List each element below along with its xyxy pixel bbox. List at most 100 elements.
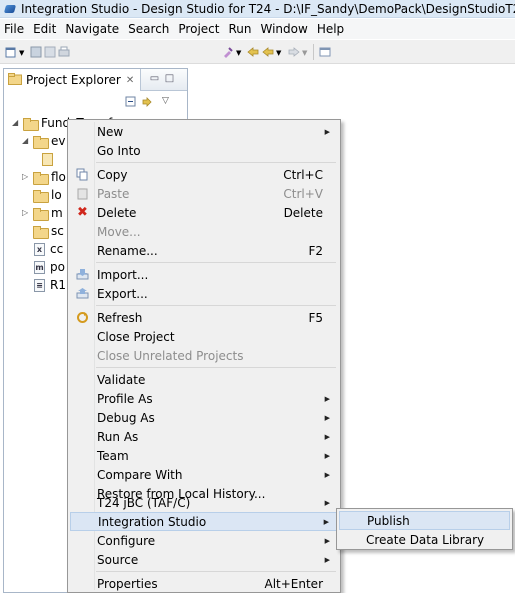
back-history-icon[interactable] bbox=[247, 46, 259, 58]
m-file-icon: m bbox=[34, 260, 45, 274]
menu-navigate[interactable]: Navigate bbox=[65, 22, 119, 36]
menu-item-source[interactable]: Source ▶ bbox=[70, 550, 338, 569]
menu-item-publish[interactable]: Publish bbox=[339, 511, 510, 530]
back-icon[interactable] bbox=[262, 46, 274, 58]
tree-item-file[interactable]: ≡ R1 bbox=[34, 276, 66, 294]
forward-icon[interactable] bbox=[288, 46, 300, 58]
menu-help[interactable]: Help bbox=[317, 22, 344, 36]
menu-search[interactable]: Search bbox=[128, 22, 169, 36]
tree-item-label: lo bbox=[51, 188, 62, 202]
minimize-icon[interactable]: ▭ bbox=[149, 73, 160, 84]
collapsed-arrow-icon[interactable]: ▷ bbox=[22, 173, 30, 181]
folder-icon bbox=[23, 117, 39, 131]
menu-edit[interactable]: Edit bbox=[33, 22, 56, 36]
menu-item-new[interactable]: New ▶ bbox=[70, 122, 338, 141]
maximize-icon[interactable]: □ bbox=[164, 73, 175, 84]
tree-item-label: cc bbox=[50, 242, 64, 256]
open-perspective-icon[interactable] bbox=[319, 46, 331, 58]
paste-icon bbox=[76, 187, 89, 200]
link-with-editor-icon[interactable] bbox=[141, 96, 153, 111]
menu-item-export[interactable]: Export... bbox=[70, 284, 338, 303]
menu-item-label: New bbox=[97, 124, 124, 139]
menu-run[interactable]: Run bbox=[228, 22, 251, 36]
file-icon: ≡ bbox=[34, 278, 45, 292]
tab-project-explorer[interactable]: Project Explorer ✕ bbox=[4, 69, 142, 91]
toolbar-divider bbox=[313, 44, 314, 60]
tree-item-file[interactable]: x cc bbox=[34, 240, 63, 258]
menu-file[interactable]: File bbox=[4, 22, 24, 36]
tree-item-file[interactable] bbox=[42, 150, 58, 168]
submenu-arrow-icon: ▶ bbox=[324, 127, 330, 136]
submenu-arrow-icon: ▶ bbox=[324, 470, 330, 479]
menu-item-create-data-library[interactable]: Create Data Library bbox=[339, 530, 510, 549]
new-icon[interactable] bbox=[5, 46, 17, 58]
save-icon[interactable] bbox=[30, 46, 42, 58]
menu-item-label: Delete bbox=[97, 205, 137, 220]
menu-item-label: Export... bbox=[97, 286, 148, 301]
menu-item-label: Run As bbox=[97, 429, 139, 444]
menu-item-integration-studio[interactable]: Integration Studio ▶ bbox=[70, 512, 338, 531]
menu-item-close-project[interactable]: Close Project bbox=[70, 327, 338, 346]
menu-item-compare-with[interactable]: Compare With ▶ bbox=[70, 465, 338, 484]
main-toolbar: ▼ ▼ ▼ ▼ bbox=[0, 40, 515, 64]
menu-item-run-as[interactable]: Run As ▶ bbox=[70, 427, 338, 446]
tree-item-label: R1 bbox=[50, 278, 66, 292]
menu-item-label: Rename... bbox=[97, 243, 158, 258]
menu-item-label: Refresh bbox=[97, 310, 143, 325]
menu-item-label: Team bbox=[97, 448, 129, 463]
tree-item-folder[interactable]: sc bbox=[33, 222, 64, 240]
menu-item-delete[interactable]: ✖ Delete Delete bbox=[70, 203, 338, 222]
tree-item-label: ev bbox=[51, 134, 66, 148]
tree-item-folder[interactable]: ▷ flo bbox=[22, 168, 66, 186]
menu-item-label: Create Data Library bbox=[366, 532, 485, 547]
menu-item-refresh[interactable]: Refresh F5 bbox=[70, 308, 338, 327]
menu-window[interactable]: Window bbox=[260, 22, 307, 36]
chevron-down-icon[interactable]: ▼ bbox=[276, 49, 288, 61]
menu-item-label: Source bbox=[97, 552, 139, 567]
view-menu-icon[interactable]: ▽ bbox=[162, 96, 169, 106]
expand-arrow-icon[interactable]: ◢ bbox=[22, 137, 30, 145]
tree-item-folder[interactable]: ▷ m bbox=[22, 204, 63, 222]
collapsed-arrow-icon[interactable]: ▷ bbox=[22, 209, 30, 217]
project-explorer-icon bbox=[8, 72, 22, 88]
submenu-arrow-icon: ▶ bbox=[324, 536, 330, 545]
export-icon bbox=[76, 287, 89, 300]
menu-item-paste[interactable]: Paste Ctrl+V bbox=[70, 184, 338, 203]
menu-item-copy[interactable]: Copy Ctrl+C bbox=[70, 165, 338, 184]
menu-item-go-into[interactable]: Go Into bbox=[70, 141, 338, 160]
submenu-arrow-icon: ▶ bbox=[324, 451, 330, 460]
menu-project[interactable]: Project bbox=[178, 22, 219, 36]
menu-item-team[interactable]: Team ▶ bbox=[70, 446, 338, 465]
x-file-icon: x bbox=[34, 242, 45, 256]
menu-item-label: T24 jBC (TAF/C) bbox=[97, 495, 191, 510]
delete-icon: ✖ bbox=[77, 205, 88, 220]
menu-separator bbox=[96, 367, 336, 368]
tree-item-folder[interactable]: lo bbox=[33, 186, 62, 204]
menu-item-rename[interactable]: Rename... F2 bbox=[70, 241, 338, 260]
menu-item-profile-as[interactable]: Profile As ▶ bbox=[70, 389, 338, 408]
menu-item-debug-as[interactable]: Debug As ▶ bbox=[70, 408, 338, 427]
menu-item-move[interactable]: Move... bbox=[70, 222, 338, 241]
menu-item-properties[interactable]: Properties Alt+Enter bbox=[70, 574, 338, 593]
menu-item-t24-jbc[interactable]: T24 jBC (TAF/C) ▶ bbox=[70, 493, 338, 512]
pin-icon[interactable] bbox=[222, 46, 234, 58]
menu-item-label: Paste bbox=[97, 186, 130, 201]
shortcut-label: Ctrl+V bbox=[283, 186, 323, 201]
menu-item-configure[interactable]: Configure ▶ bbox=[70, 531, 338, 550]
tree-item-folder[interactable]: ◢ ev bbox=[22, 132, 65, 150]
menu-separator bbox=[96, 262, 336, 263]
menu-item-label: Compare With bbox=[97, 467, 183, 482]
tree-item-label: m bbox=[51, 206, 63, 220]
close-icon[interactable]: ✕ bbox=[126, 75, 134, 86]
expand-arrow-icon[interactable]: ◢ bbox=[12, 119, 20, 127]
tab-label: Project Explorer bbox=[26, 73, 121, 87]
menu-item-validate[interactable]: Validate bbox=[70, 370, 338, 389]
save-all-icon[interactable] bbox=[44, 46, 56, 58]
menu-item-label: Import... bbox=[97, 267, 149, 282]
menu-item-import[interactable]: Import... bbox=[70, 265, 338, 284]
tree-item-file[interactable]: m po bbox=[34, 258, 65, 276]
collapse-all-icon[interactable] bbox=[125, 96, 137, 111]
folder-icon bbox=[33, 135, 49, 149]
menu-item-close-unrelated-projects[interactable]: Close Unrelated Projects bbox=[70, 346, 338, 365]
print-icon[interactable] bbox=[58, 46, 70, 58]
